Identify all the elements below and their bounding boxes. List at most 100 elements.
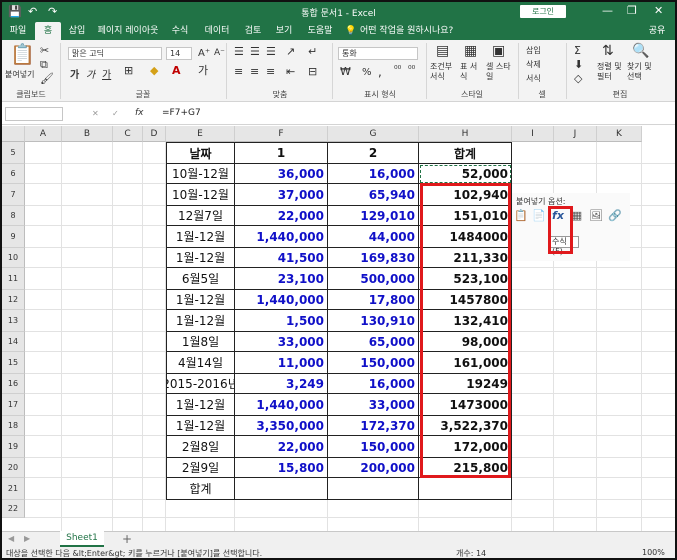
date-cell[interactable]: 4월14일 [166,352,235,374]
row-header-9[interactable]: 9 [2,226,25,248]
date-cell[interactable]: 10월-12월 [166,164,235,184]
sheet-tab-sheet1[interactable]: Sheet1 [60,531,104,547]
share-button[interactable]: 공유 [642,22,672,40]
row-header-6[interactable]: 6 [2,164,25,184]
font-color-icon[interactable]: A [172,65,181,76]
value-cell[interactable]: 65,000 [328,332,419,352]
sum-cell[interactable]: 151,010 [419,206,512,226]
column-header-h[interactable]: H [419,126,512,142]
format-as-table-icon[interactable]: ▦ [464,44,477,58]
value-cell[interactable]: 150,000 [328,436,419,458]
row-header-14[interactable]: 14 [2,332,25,352]
value-cell[interactable]: 172,370 [328,416,419,436]
tab-view[interactable]: 보기 [271,22,297,40]
grow-font-icon[interactable]: A⁺ [198,48,210,59]
date-cell[interactable]: 6월5일 [166,268,235,290]
value-cell[interactable]: 200,000 [328,458,419,478]
date-cell[interactable]: 1월-12월 [166,416,235,436]
merge-icon[interactable]: ⊟ [308,66,317,77]
date-cell[interactable]: 1월-12월 [166,226,235,248]
sum-cell[interactable]: 523,100 [419,268,512,290]
row-header-19[interactable]: 19 [2,436,25,458]
paste-label[interactable]: 붙여넣기 [5,69,34,80]
value-cell[interactable]: 169,830 [328,248,419,268]
sum-cell[interactable]: 172,000 [419,436,512,458]
value-cell[interactable]: 41,500 [235,248,328,268]
sort-filter-icon[interactable]: ⇅ [602,44,614,58]
cut-icon[interactable]: ✂ [40,45,49,56]
add-sheet-button[interactable]: + [122,532,132,546]
align-middle-icon[interactable]: ☰ [250,46,260,57]
fill-color-icon[interactable]: ◆ [150,65,158,76]
value-cell[interactable]: 150,000 [328,352,419,374]
value-cell[interactable]: 33,000 [328,394,419,416]
paste-picture-icon[interactable]: 🖼 [589,209,603,223]
column-header-d[interactable]: D [143,126,166,142]
find-select-label[interactable]: 찾기 및 선택 [627,62,657,82]
shrink-font-icon[interactable]: A⁻ [214,48,225,58]
paste-icon[interactable]: 📋 [10,44,35,64]
paste-icon[interactable]: 📋 [514,209,528,223]
phonetic-icon[interactable]: 가 [198,65,208,76]
date-cell[interactable]: 1월-12월 [166,310,235,332]
zoom-level[interactable]: 100% [642,548,665,557]
delete-cells-button[interactable]: 삭제 [526,59,541,70]
row-header-12[interactable]: 12 [2,290,25,310]
value-cell[interactable]: 16,000 [328,164,419,184]
sum-cell[interactable]: 19249 [419,374,512,394]
table-header-cell[interactable]: 합계 [419,142,512,164]
value-cell[interactable]: 36,000 [235,164,328,184]
maximize-icon[interactable]: ❐ [627,4,637,17]
value-cell[interactable]: 3,350,000 [235,416,328,436]
select-all-corner[interactable] [2,126,25,142]
copy-icon[interactable]: ⧉ [40,59,48,70]
align-top-icon[interactable]: ☰ [234,46,244,57]
cell-styles-label[interactable]: 셀 스타일 [486,62,512,82]
sort-filter-label[interactable]: 정렬 및 필터 [597,62,623,82]
row-header-20[interactable]: 20 [2,458,25,478]
orientation-icon[interactable]: ↗ [286,46,295,57]
find-select-icon[interactable]: 🔍 [632,44,649,58]
value-cell[interactable]: 22,000 [235,206,328,226]
date-cell[interactable]: 1월-12월 [166,290,235,310]
wrap-text-icon[interactable]: ↵ [308,46,317,57]
next-sheet-icon[interactable]: ▶ [24,534,30,543]
close-icon[interactable]: ✕ [654,4,663,17]
value-cell[interactable]: 16,000 [328,374,419,394]
value-cell[interactable]: 44,000 [328,226,419,248]
value-cell[interactable]: 129,010 [328,206,419,226]
align-bottom-icon[interactable]: ☰ [266,46,276,57]
date-cell[interactable]: 12월7일 [166,206,235,226]
name-box[interactable] [5,107,63,121]
underline-button[interactable]: 가 [102,66,111,81]
login-button[interactable]: 로그인 [520,5,566,18]
number-format-select[interactable]: 통화 [338,47,418,60]
cell-styles-icon[interactable]: ▣ [492,44,505,58]
sum-cell[interactable]: 132,410 [419,310,512,332]
column-header-i[interactable]: I [512,126,554,142]
comma-button[interactable]: , [378,65,382,79]
insert-cells-button[interactable]: 삽입 [526,45,541,56]
clear-icon[interactable]: ◇ [574,73,582,84]
value-cell[interactable]: 11,000 [235,352,328,374]
fill-icon[interactable]: ⬇ [574,59,583,70]
cancel-formula-icon[interactable]: ✕ [92,109,99,118]
sum-cell[interactable]: 3,522,370 [419,416,512,436]
tell-me-box[interactable]: 어떤 작업을 원하시나요? [360,22,460,40]
value-cell[interactable]: 37,000 [235,184,328,206]
minimize-icon[interactable]: — [602,4,613,17]
sum-cell[interactable]: 161,000 [419,352,512,374]
font-size-select[interactable]: 14 [166,47,192,60]
column-header-b[interactable]: B [62,126,113,142]
value-cell[interactable]: 3,249 [235,374,328,394]
sum-cell[interactable]: 215,800 [419,458,512,478]
tab-insert[interactable]: 삽입 [64,22,90,40]
value-cell[interactable]: 500,000 [328,268,419,290]
row-header-13[interactable]: 13 [2,310,25,332]
value-cell[interactable]: 33,000 [235,332,328,352]
value-cell[interactable]: 65,940 [328,184,419,206]
value-cell[interactable]: 22,000 [235,436,328,458]
column-header-a[interactable]: A [25,126,62,142]
row-header-17[interactable]: 17 [2,394,25,416]
conditional-format-icon[interactable]: ▤ [436,44,449,58]
